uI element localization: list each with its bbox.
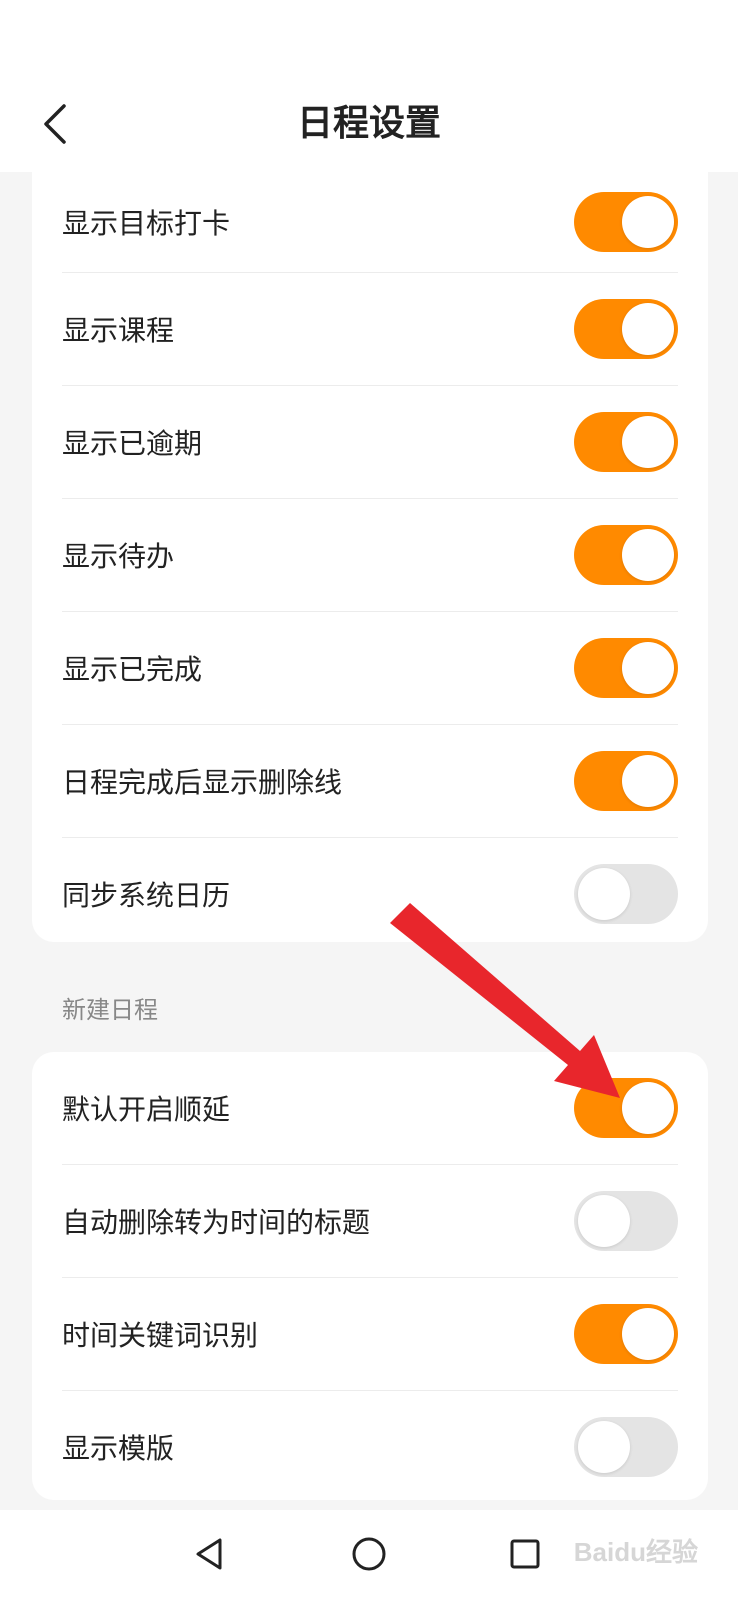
header: 日程设置 [0,80,738,172]
toggle-knob [622,755,674,807]
toggle-show-goal-checkin[interactable] [574,192,678,252]
watermark: Baidu经验 [573,1537,698,1567]
toggle-knob [578,1195,630,1247]
setting-label: 显示待办 [62,540,175,573]
setting-row-show-courses: 显示课程 [62,273,678,386]
toggle-show-template[interactable] [574,1417,678,1477]
toggle-time-keyword[interactable] [574,1304,678,1364]
toggle-show-courses[interactable] [574,299,678,359]
toggle-knob [622,529,674,581]
triangle-back-icon [190,1534,230,1578]
setting-row-auto-delete-title: 自动删除转为时间的标题 [62,1165,678,1278]
setting-row-strikethrough: 日程完成后显示删除线 [62,725,678,838]
toggle-knob [622,196,674,248]
toggle-knob [622,416,674,468]
setting-label: 同步系统日历 [62,879,231,912]
setting-row-show-completed: 显示已完成 [62,612,678,725]
toggle-auto-delete-title[interactable] [574,1191,678,1251]
toggle-knob [622,1082,674,1134]
setting-label: 显示课程 [62,314,175,347]
setting-row-show-overdue: 显示已逾期 [62,386,678,499]
setting-row-show-todo: 显示待办 [62,499,678,612]
new-schedule-card: 默认开启顺延 自动删除转为时间的标题 时间关键词识别 显示模版 [32,1052,708,1500]
setting-label: 时间关键词识别 [62,1319,259,1352]
nav-recents-button[interactable] [497,1528,553,1584]
toggle-knob [622,642,674,694]
setting-label: 显示已完成 [62,653,203,686]
toggle-show-overdue[interactable] [574,412,678,472]
setting-row-show-template: 显示模版 [62,1391,678,1503]
square-recents-icon [505,1534,545,1578]
setting-row-show-goal-checkin: 显示目标打卡 [62,172,678,273]
toggle-knob [622,1308,674,1360]
nav-back-button[interactable] [182,1528,238,1584]
toggle-knob [578,1421,630,1473]
toggle-sync-calendar[interactable] [574,864,678,924]
toggle-strikethrough[interactable] [574,751,678,811]
setting-row-sync-calendar: 同步系统日历 [62,838,678,950]
setting-label: 日程完成后显示删除线 [62,766,343,799]
nav-home-button[interactable] [341,1528,397,1584]
setting-label: 自动删除转为时间的标题 [62,1206,371,1239]
toggle-show-completed[interactable] [574,638,678,698]
status-bar [0,0,738,80]
section-title-new-schedule: 新建日程 [62,996,158,1024]
toggle-default-postpone[interactable] [574,1078,678,1138]
circle-home-icon [349,1534,389,1578]
toggle-knob [578,868,630,920]
page-title: 日程设置 [296,103,441,144]
setting-label: 显示已逾期 [62,427,203,460]
display-settings-card: 显示目标打卡 显示课程 显示已逾期 显示待办 显示已完成 日程完成后显示删除线 … [32,172,708,942]
setting-label: 显示模版 [62,1432,175,1465]
toggle-knob [622,303,674,355]
setting-label: 显示目标打卡 [62,207,231,240]
toggle-show-todo[interactable] [574,525,678,585]
setting-label: 默认开启顺延 [62,1093,231,1126]
setting-row-time-keyword: 时间关键词识别 [62,1278,678,1391]
setting-row-default-postpone: 默认开启顺延 [62,1052,678,1165]
